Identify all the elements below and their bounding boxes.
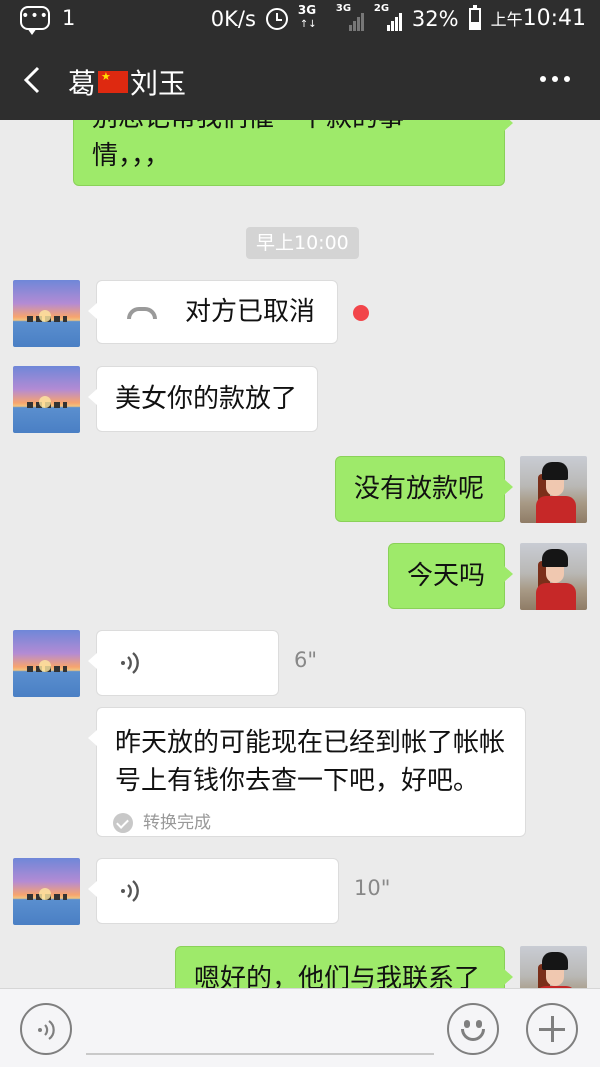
message-bubble-incoming[interactable]: 美女你的款放了 xyxy=(88,366,318,432)
input-bar xyxy=(0,988,600,1067)
contact-avatar[interactable] xyxy=(13,280,80,347)
contact-avatar[interactable] xyxy=(13,366,80,433)
voice-mode-icon[interactable] xyxy=(20,1003,72,1055)
clock: 上午10:41 xyxy=(490,6,586,31)
message-bubble-outgoing[interactable]: 没有放款呢 xyxy=(335,456,513,522)
voice-wave-icon xyxy=(121,652,139,674)
battery-icon xyxy=(468,4,481,30)
voice-message-bubble[interactable] xyxy=(88,858,339,924)
message-list[interactable]: 别忘记帮我们催一下款的事 情，，， 早上10:00 对方已取消 美女你的款放了 … xyxy=(0,120,600,988)
message-bubble-outgoing[interactable]: 别忘记帮我们催一下款的事 情，，， xyxy=(73,120,513,186)
status-bar: ••• 1 0K/s 3G ↑↓ 3G 2G 32% 上午10:41 xyxy=(0,0,600,40)
net-speed: 0K/s xyxy=(210,6,256,31)
user-avatar[interactable] xyxy=(520,456,587,523)
chat-title: 葛 刘玉 xyxy=(68,62,186,102)
chevron-left-icon[interactable] xyxy=(22,66,44,94)
message-bubble-outgoing[interactable]: 嗯好的，他们与我联系了 xyxy=(175,946,513,988)
signal-2g-icon: 2G xyxy=(374,3,402,31)
signal-3g-icon: 3G xyxy=(336,3,364,31)
battery-percent: 32% xyxy=(411,6,459,31)
user-avatar[interactable] xyxy=(520,946,587,988)
contact-avatar[interactable] xyxy=(13,630,80,697)
contact-avatar[interactable] xyxy=(13,858,80,925)
call-record-bubble[interactable]: 对方已取消 xyxy=(88,280,338,344)
network-3g-icon: 3G ↑↓ xyxy=(297,2,317,30)
voice-message-bubble[interactable] xyxy=(88,630,279,696)
voice-duration: 10" xyxy=(354,876,391,900)
smile-icon[interactable] xyxy=(447,1003,499,1055)
plus-icon[interactable] xyxy=(526,1003,578,1055)
conversion-status: 转换完成 xyxy=(113,804,211,842)
message-input[interactable] xyxy=(86,1053,434,1055)
voice-transcription-card[interactable]: 昨天放的可能现在已经到帐了帐帐号上有钱你去查一下吧，好吧。 转换完成 xyxy=(88,707,526,837)
voice-duration: 6" xyxy=(294,648,318,672)
message-notification-icon: ••• xyxy=(20,6,50,35)
chat-header: 葛 刘玉 xyxy=(0,40,600,120)
notification-count: 1 xyxy=(62,6,76,30)
more-horizontal-icon[interactable] xyxy=(540,76,570,82)
check-circle-icon xyxy=(113,813,133,833)
user-avatar[interactable] xyxy=(520,543,587,610)
phone-hangup-icon xyxy=(127,306,157,319)
voice-wave-icon xyxy=(121,880,139,902)
transcription-text: 昨天放的可能现在已经到帐了帐帐号上有钱你去查一下吧，好吧。 xyxy=(115,728,506,796)
china-flag-icon xyxy=(98,70,129,93)
unread-dot xyxy=(353,305,369,321)
alarm-icon xyxy=(265,7,288,30)
message-bubble-outgoing[interactable]: 今天吗 xyxy=(388,543,513,609)
timestamp-badge: 早上10:00 xyxy=(246,227,359,259)
